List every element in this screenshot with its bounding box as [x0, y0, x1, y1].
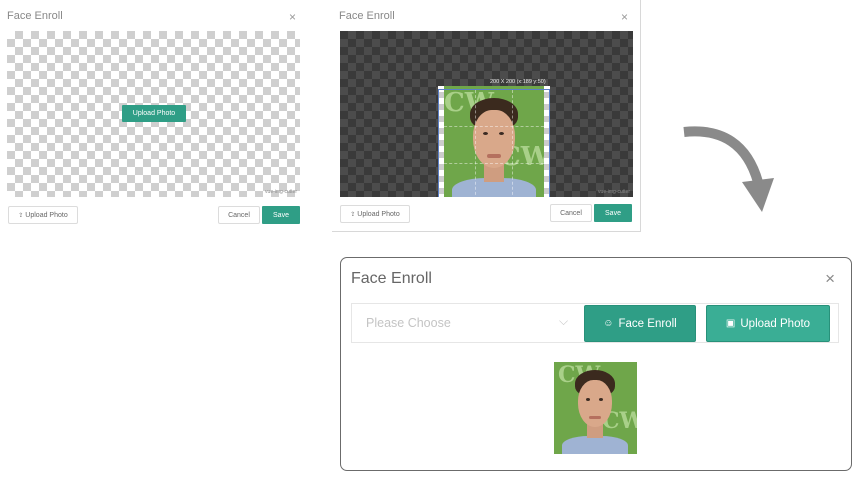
upload-icon: ⇪: [18, 212, 24, 219]
enrolled-face-photo: CW CW: [554, 362, 637, 454]
face-enroll-dialog-empty: Face Enroll × Upload Photo vue-img-cutte…: [0, 0, 308, 232]
face-enroll-dialog-crop: Face Enroll × CW CW 200 X 200 (x:189 y:5…: [332, 0, 641, 232]
upload-photo-button[interactable]: ▣ Upload Photo: [706, 305, 830, 342]
watermark: vue-img-cutter: [598, 189, 630, 195]
face-enroll-button[interactable]: ☺ Face Enroll: [584, 305, 696, 342]
upload-icon: ⇪: [350, 211, 356, 218]
upload-photo-button[interactable]: ⇪ Upload Photo: [340, 205, 410, 223]
crop-dimensions-label: 200 X 200 (x:189 y:50): [490, 79, 546, 85]
upload-photo-label: Upload Photo: [740, 317, 811, 330]
upload-photo-center-button[interactable]: Upload Photo: [122, 105, 186, 122]
close-icon[interactable]: ×: [825, 270, 835, 287]
image-icon: ▣: [725, 318, 736, 329]
upload-photo-label: Upload Photo: [357, 210, 400, 218]
dialog-title: Face Enroll: [351, 270, 432, 287]
curved-arrow-down-icon: [683, 126, 774, 212]
chevron-down-icon: ⌵: [559, 314, 569, 328]
face-enroll-dialog-result: Face Enroll × Please Choose ⌵ ☺ Face Enr…: [340, 257, 852, 471]
crop-canvas[interactable]: CW CW 200 X 200 (x:189 y:50) vue-img-cut…: [340, 31, 633, 197]
face-enroll-label: Face Enroll: [618, 317, 677, 330]
dialog-title: Face Enroll: [339, 10, 395, 22]
close-icon[interactable]: ×: [289, 11, 296, 23]
face-icon: ☺: [603, 318, 614, 329]
cancel-button[interactable]: Cancel: [218, 206, 260, 224]
crop-selection-box[interactable]: [438, 89, 550, 197]
close-icon[interactable]: ×: [621, 11, 628, 23]
upload-photo-button[interactable]: ⇪ Upload Photo: [8, 206, 78, 224]
action-row: Please Choose ⌵ ☺ Face Enroll ▣ Upload P…: [351, 303, 839, 343]
image-canvas[interactable]: Upload Photo vue-img-cutter: [7, 31, 300, 197]
watermark: vue-img-cutter: [265, 189, 297, 195]
dialog-title: Face Enroll: [7, 10, 63, 22]
select-placeholder: Please Choose: [366, 316, 451, 330]
save-button[interactable]: Save: [594, 204, 632, 222]
upload-photo-label: Upload Photo: [25, 211, 68, 219]
save-button[interactable]: Save: [262, 206, 300, 224]
cancel-button[interactable]: Cancel: [550, 204, 592, 222]
person-select[interactable]: Please Choose ⌵: [352, 304, 584, 342]
